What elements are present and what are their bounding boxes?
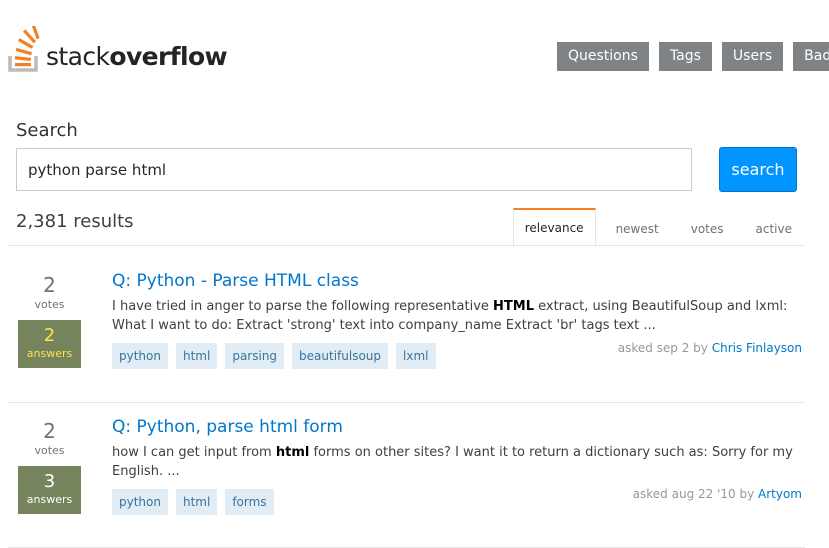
search-result: 2 votes 2 answers Q: Python - Parse HTML… [8, 256, 805, 403]
logo-wordmark: stackoverflow [46, 42, 228, 71]
vote-label: votes [34, 298, 65, 311]
nav-badges-button[interactable]: Badges [793, 42, 829, 71]
tag-python[interactable]: python [112, 343, 168, 369]
search-result: 2 votes 3 answers Q: Python, parse html … [8, 402, 805, 548]
tag-lxml[interactable]: lxml [396, 343, 436, 369]
site-logo[interactable]: stackoverflow [8, 26, 228, 72]
question-title-link[interactable]: Q: Python - Parse HTML class [112, 270, 802, 292]
answer-label: answers [26, 347, 73, 360]
tag-html[interactable]: html [175, 343, 218, 369]
author-link[interactable]: Chris Finlayson [712, 341, 802, 355]
stack-logo-icon [8, 26, 40, 72]
question-title-link[interactable]: Q: Python, parse html form [112, 416, 802, 438]
result-count: 2,381 results [16, 211, 134, 232]
vote-count: 2 [43, 419, 56, 443]
excerpt-text: how I can get input from [112, 445, 276, 460]
tag-beautifulsoup[interactable]: beautifulsoup [292, 343, 389, 369]
asked-text: asked sep 2 by [617, 341, 712, 355]
tab-relevance[interactable]: relevance [512, 208, 596, 246]
tab-active[interactable]: active [744, 208, 804, 246]
vote-label: votes [34, 444, 65, 457]
answer-count: 3 [43, 471, 56, 492]
search-input[interactable] [16, 148, 692, 191]
tab-newest[interactable]: newest [604, 208, 671, 246]
top-nav: Questions Tags Users Badges [557, 42, 829, 71]
vote-count: 2 [43, 273, 56, 297]
answer-count-box: 3 answers [18, 466, 81, 514]
result-summary: Q: Python, parse html form how I can get… [112, 402, 802, 515]
asked-info: asked aug 22 '10 by Artyom [633, 487, 802, 501]
answer-count-box: 2 answers [18, 320, 81, 368]
excerpt-highlight: html [275, 445, 310, 460]
answer-count: 2 [43, 325, 56, 346]
result-stats: 2 votes 3 answers [18, 402, 81, 514]
question-excerpt: I have tried in anger to parse the follo… [112, 297, 800, 335]
answer-label: answers [26, 493, 73, 506]
logo-text-bold: overflow [109, 42, 228, 71]
result-summary: Q: Python - Parse HTML class I have trie… [112, 256, 802, 369]
logo-text-light: stack [46, 42, 110, 71]
search-heading: Search [16, 120, 78, 141]
excerpt-text: I have tried in anger to parse the follo… [112, 299, 494, 314]
search-button[interactable]: search [719, 147, 797, 192]
results-divider [8, 245, 805, 246]
tag-forms[interactable]: forms [225, 489, 274, 515]
sort-tabs: relevance newest votes active [505, 208, 804, 246]
tag-parsing[interactable]: parsing [225, 343, 285, 369]
author-link[interactable]: Artyom [758, 487, 802, 501]
question-excerpt: how I can get input from html forms on o… [112, 443, 800, 481]
nav-questions-button[interactable]: Questions [557, 42, 649, 71]
asked-info: asked sep 2 by Chris Finlayson [618, 341, 802, 355]
tab-votes[interactable]: votes [679, 208, 736, 246]
nav-users-button[interactable]: Users [721, 42, 784, 71]
tag-python[interactable]: python [112, 489, 168, 515]
tag-html[interactable]: html [175, 489, 218, 515]
nav-tags-button[interactable]: Tags [658, 42, 712, 71]
asked-text: asked aug 22 '10 by [632, 487, 759, 501]
excerpt-highlight: HTML [493, 299, 534, 314]
result-stats: 2 votes 2 answers [18, 256, 81, 368]
